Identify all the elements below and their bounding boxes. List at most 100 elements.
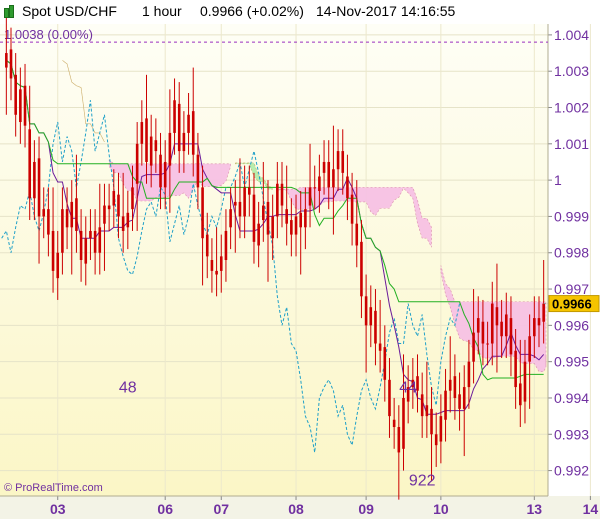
candle-body — [514, 350, 517, 388]
candle-body — [350, 194, 354, 224]
candle-body — [262, 205, 265, 221]
candle-body — [14, 74, 17, 115]
x-tick-label: 10 — [433, 501, 449, 517]
candle-body — [191, 111, 195, 155]
candle-body — [495, 307, 499, 326]
candle-body — [453, 376, 457, 398]
candle-body — [9, 49, 13, 79]
candle-body — [355, 223, 359, 246]
candle-body — [271, 216, 274, 239]
candle-body — [448, 379, 452, 391]
candle-body — [266, 201, 270, 235]
candle-body — [65, 209, 69, 228]
candle-body — [425, 405, 429, 417]
candle-body — [173, 100, 176, 133]
candle-body — [397, 427, 401, 453]
candle-body — [374, 310, 377, 344]
candle-body — [476, 318, 480, 333]
chart-header: Spot USD/CHF 1 hour 0.9966 (+0.02%) 14-N… — [0, 0, 600, 24]
candle-body — [313, 187, 317, 189]
candle-body — [98, 227, 102, 253]
candle-body — [233, 201, 237, 206]
candle-body — [117, 194, 120, 217]
candlestick-icon — [4, 5, 14, 18]
y-tick-label: 1 — [554, 172, 562, 188]
y-tick-label: 0.993 — [554, 426, 589, 442]
candle-body — [89, 230, 92, 239]
candle-body — [163, 161, 167, 188]
x-tick-label: 07 — [213, 501, 229, 517]
candle-body — [542, 303, 545, 322]
x-tick-label: 09 — [358, 501, 374, 517]
candle-body — [467, 361, 471, 388]
candle-body — [187, 114, 190, 133]
candle-body — [145, 118, 148, 162]
reference-line-label: 1.0038 (0.00%) — [4, 27, 93, 42]
y-tick-label: 1.002 — [554, 100, 589, 116]
candle-body — [369, 307, 373, 326]
candle-body — [519, 383, 522, 406]
candle-body — [37, 158, 41, 217]
candle-body — [135, 143, 139, 184]
candle-body — [434, 434, 438, 446]
candle-body — [248, 187, 251, 195]
candle-body — [378, 343, 382, 351]
candle-body — [201, 187, 204, 239]
candle-body — [402, 397, 405, 449]
candle-body — [486, 343, 489, 345]
candle-body — [93, 230, 97, 253]
candle-body — [276, 183, 279, 217]
candle-body — [458, 394, 461, 409]
y-tick-label: 0.996 — [554, 317, 589, 333]
candle-body — [537, 318, 541, 326]
candle-body — [224, 230, 228, 260]
candle-body — [509, 318, 513, 355]
candle-body — [533, 318, 536, 337]
candle-body — [392, 419, 396, 428]
candle-body — [140, 122, 144, 144]
candle-body — [84, 238, 88, 264]
candle-body — [205, 234, 209, 257]
candle-body — [33, 161, 36, 199]
candle-body — [327, 161, 331, 188]
candle-body — [131, 187, 134, 210]
x-tick-label: 06 — [157, 501, 173, 517]
candle-body — [47, 209, 50, 235]
candle-body — [229, 209, 232, 228]
candle-body — [341, 151, 345, 173]
candle-body — [219, 256, 223, 271]
candle-body — [308, 187, 312, 206]
candle-body — [294, 216, 298, 235]
candle-body — [472, 332, 475, 362]
instrument-name: Spot USD/CHF — [22, 3, 117, 19]
quote-datetime: 14-Nov-2017 14:16:55 — [316, 3, 456, 19]
candle-body — [112, 191, 116, 206]
candle-body — [444, 390, 447, 420]
candle-body — [504, 314, 508, 337]
candle-body — [70, 201, 74, 228]
y-tick-label: 1.001 — [554, 136, 589, 152]
candle-body — [182, 132, 186, 152]
candle-body — [430, 408, 433, 435]
watermark: © ProRealTime.com — [4, 482, 103, 494]
candle-body — [304, 209, 307, 228]
y-tick-label: 1.004 — [554, 27, 589, 43]
current-price-label: 0.9966 — [552, 297, 592, 312]
candle-body — [210, 260, 214, 271]
candle-body — [299, 212, 302, 228]
candle-body — [280, 183, 284, 206]
candle-body — [528, 336, 531, 362]
candle-body — [252, 194, 256, 242]
candle-body — [523, 361, 527, 402]
candle-body — [388, 379, 391, 417]
candle-body — [75, 198, 78, 231]
y-tick-label: 0.998 — [554, 245, 589, 261]
candle-body — [159, 154, 162, 188]
y-tick-label: 0.992 — [554, 463, 589, 479]
candle-body — [103, 205, 106, 224]
price-annotation: 922 — [409, 472, 436, 489]
candle-body — [490, 303, 494, 344]
candle-body — [336, 151, 340, 170]
y-tick-label: 0.999 — [554, 208, 589, 224]
candle-body — [332, 169, 335, 188]
